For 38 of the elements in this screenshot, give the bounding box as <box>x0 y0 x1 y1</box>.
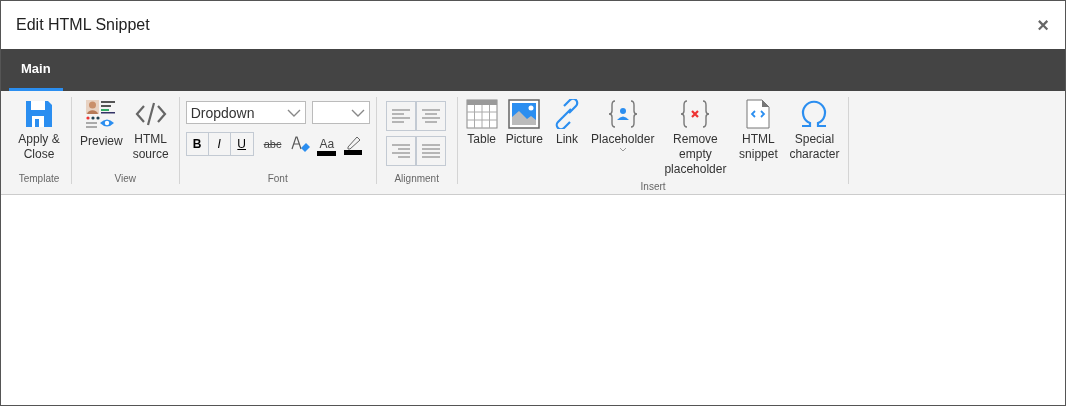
table-icon <box>465 99 498 129</box>
braces-x-icon <box>679 99 712 129</box>
chevron-down-icon <box>350 108 365 117</box>
bold-button[interactable]: B <box>186 133 209 155</box>
font-color-button[interactable]: Aa <box>317 136 337 156</box>
group-label: Template <box>18 173 60 184</box>
strikethrough-button[interactable]: abc <box>259 138 286 150</box>
group-label: View <box>114 173 137 184</box>
align-button[interactable] <box>385 101 416 131</box>
align-button[interactable] <box>415 136 446 166</box>
html-source-button[interactable]: HTML source <box>128 97 173 164</box>
preview-icon <box>85 99 118 131</box>
chevron-down-icon <box>286 108 301 117</box>
caret-icon <box>618 147 627 152</box>
picture-button[interactable]: Picture <box>503 97 546 149</box>
font-dropdown[interactable]: Dropdown <box>185 101 306 124</box>
group-label: Font <box>267 173 288 184</box>
snippet-button[interactable]: HTML snippet <box>734 97 783 164</box>
link-button[interactable]: Link <box>549 97 586 149</box>
size-dropdown[interactable] <box>311 101 370 124</box>
apply-close-button[interactable]: Apply & Close <box>13 97 65 164</box>
close-button[interactable]: × <box>1033 13 1053 37</box>
omega-button[interactable]: Special character <box>786 97 843 164</box>
remove-button[interactable]: Remove empty placeholder <box>660 97 731 179</box>
group-label: Insert <box>640 181 666 192</box>
clear-format-icon[interactable] <box>291 135 312 153</box>
underline-button[interactable]: U <box>230 133 253 155</box>
image-icon <box>508 99 541 129</box>
window-title: Edit HTML Snippet <box>16 16 150 34</box>
braces-person-icon <box>606 99 639 129</box>
table-button[interactable]: Table <box>463 97 500 149</box>
italic-button[interactable]: I <box>208 133 231 155</box>
placeholder-button[interactable]: Placeholder <box>589 97 657 154</box>
align-button[interactable] <box>415 101 446 131</box>
group-label: Alignment <box>394 173 439 184</box>
preview-button[interactable]: Preview <box>78 97 125 151</box>
code-file-icon <box>744 99 773 129</box>
align-button[interactable] <box>385 136 416 166</box>
